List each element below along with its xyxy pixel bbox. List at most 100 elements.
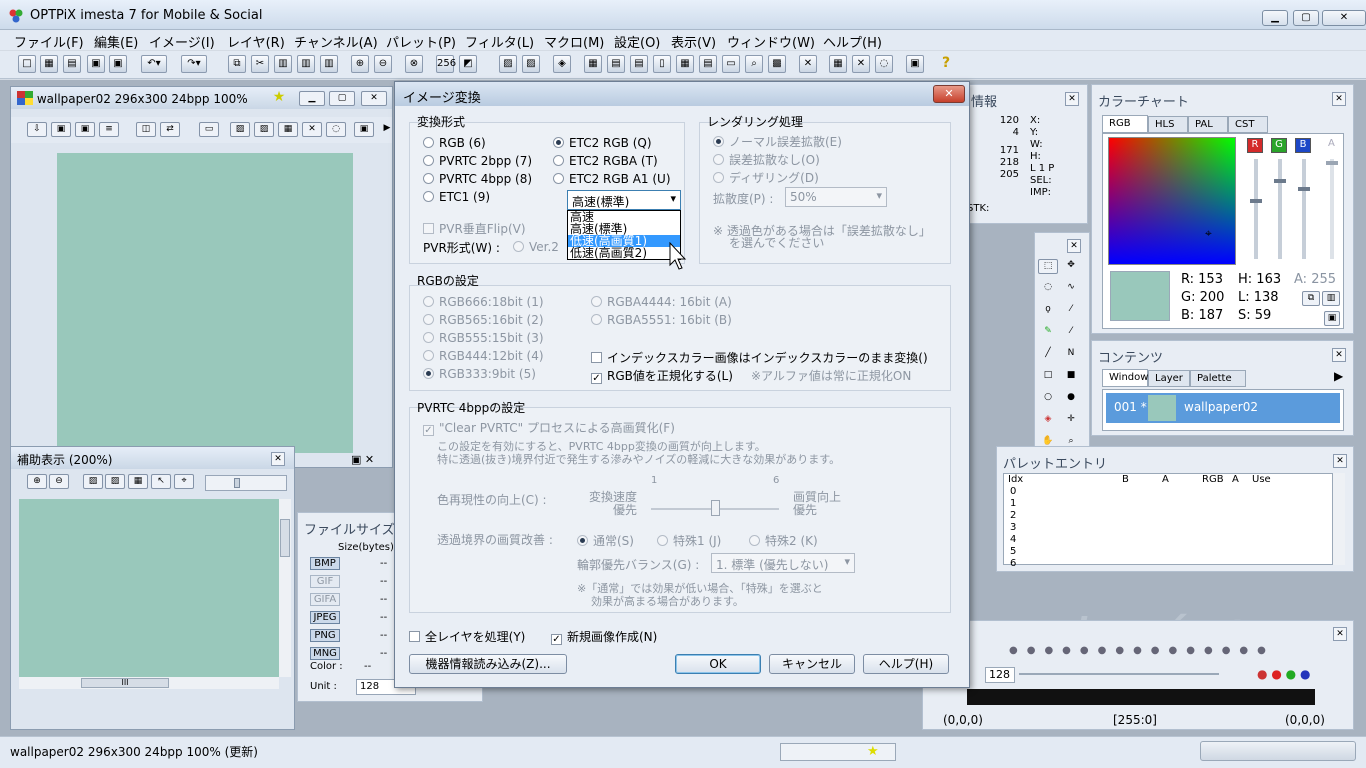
chat-toggle-icon[interactable]: ◌ xyxy=(326,122,346,137)
ok-button[interactable]: OK xyxy=(675,654,761,674)
minimize-button[interactable]: ▁ xyxy=(1262,10,1288,26)
paste-icon[interactable]: ▥ xyxy=(274,55,292,73)
menu-layer[interactable]: レイヤ(R) xyxy=(227,32,285,51)
paste-layer-icon-2[interactable]: ▨ xyxy=(254,122,274,137)
tab-rgb[interactable]: RGB xyxy=(1102,115,1148,133)
view-toggle-1-icon[interactable]: ▦ xyxy=(584,55,602,73)
view-toggle-6-icon[interactable]: ▤ xyxy=(699,55,717,73)
radio-rgb333[interactable]: RGB333:9bit (5) xyxy=(423,367,536,381)
tool-window-icon[interactable]: ▣ xyxy=(906,55,924,73)
save-icon[interactable]: ▣ xyxy=(87,55,105,73)
cancel-button[interactable]: キャンセル xyxy=(769,654,855,674)
menu-edit[interactable]: 編集(E) xyxy=(94,32,138,51)
menu-file[interactable]: ファイル(F) xyxy=(14,32,84,51)
tools-close-icon[interactable]: ✕ xyxy=(1067,239,1081,253)
move-icon[interactable]: ✥ xyxy=(1061,259,1081,274)
aux-paste-icon[interactable]: ▨ xyxy=(105,474,125,489)
diffusion-select[interactable]: 50% xyxy=(785,187,887,207)
anchor-icon[interactable]: ✛ xyxy=(1061,413,1081,428)
view-toggle-2-icon[interactable]: ▤ xyxy=(607,55,625,73)
resize-icon[interactable]: ◫ xyxy=(136,122,156,137)
aux-grid-icon[interactable]: ▦ xyxy=(128,474,148,489)
tab-layer[interactable]: Layer xyxy=(1148,370,1190,387)
ellipse-icon[interactable]: ○ xyxy=(1038,391,1058,406)
slider-a[interactable] xyxy=(1326,159,1338,259)
channel-slider[interactable] xyxy=(1019,673,1219,675)
clear-pvrtc-checkbox[interactable]: ✓ "Clear PVRTC" プロセスによる高画質化(F) xyxy=(423,419,675,436)
aux-close-icon[interactable]: ✕ xyxy=(271,452,285,466)
grid-icon[interactable]: ▦ xyxy=(829,55,847,73)
zoom-in-icon[interactable]: ⊕ xyxy=(351,55,369,73)
new-file-icon[interactable]: □ xyxy=(18,55,36,73)
view-toggle-3-icon[interactable]: ▤ xyxy=(630,55,648,73)
layers-icon[interactable]: ≡ xyxy=(99,122,119,137)
palette-entries-close-icon[interactable]: ✕ xyxy=(1333,454,1347,468)
radio-rgba5551[interactable]: RGBA5551: 16bit (B) xyxy=(591,313,732,327)
radio-rgb565[interactable]: RGB565:16bit (2) xyxy=(423,313,544,327)
cancel-op-icon[interactable]: ⊗ xyxy=(405,55,423,73)
menu-window[interactable]: ウィンドウ(W) xyxy=(727,32,815,51)
format-mng[interactable]: MNG xyxy=(310,647,340,660)
color-256-icon[interactable]: 256 xyxy=(436,55,456,73)
view-toggle-7-icon[interactable]: ▭ xyxy=(722,55,740,73)
radio-edge-special2[interactable]: 特殊2 (K) xyxy=(749,532,818,549)
menu-image[interactable]: イメージ(I) xyxy=(149,32,215,51)
view-toggle-8-icon[interactable]: ⌕ xyxy=(745,55,763,73)
grid-toggle-icon[interactable]: ▦ xyxy=(278,122,298,137)
radio-etc2-rgba[interactable]: ETC2 RGBA (T) xyxy=(553,154,658,168)
magic-lasso-icon[interactable]: ϙ xyxy=(1038,303,1058,318)
radio-rgb[interactable]: RGB (6) xyxy=(423,136,486,150)
load-device-info-button[interactable]: 機器情報読み込み(Z)... xyxy=(409,654,567,674)
filled-rect-icon[interactable]: ■ xyxy=(1061,369,1081,384)
format-bmp[interactable]: BMP xyxy=(310,557,340,570)
filled-ellipse-icon[interactable]: ● xyxy=(1061,391,1081,406)
outline-balance-select[interactable]: 1. 標準 (優先しない) xyxy=(711,553,855,573)
close-button[interactable]: ✕ xyxy=(1322,10,1366,26)
line-icon[interactable]: ╱ xyxy=(1038,347,1058,362)
close-all-icon[interactable]: ✕ xyxy=(799,55,817,73)
speed-option-slow-quality2[interactable]: 低速(高画質2) xyxy=(568,247,680,259)
cross-icon[interactable]: ✕ xyxy=(852,55,870,73)
aux-crosshair-icon[interactable]: ⌖ xyxy=(174,474,194,489)
cut-icon[interactable]: ✂ xyxy=(251,55,269,73)
channel-value-input[interactable]: 128 xyxy=(985,667,1015,683)
copy-icon[interactable]: ⧉ xyxy=(228,55,246,73)
pick-color-icon[interactable]: ▣ xyxy=(1324,311,1340,326)
transform-icon[interactable]: ⇄ xyxy=(160,122,180,137)
menu-palette[interactable]: パレット(P) xyxy=(386,32,456,51)
import-icon[interactable]: ⇩ xyxy=(27,122,47,137)
layer-a-icon[interactable]: ▣ xyxy=(51,122,71,137)
new-from-icon[interactable]: ▦ xyxy=(40,55,58,73)
slider-b[interactable] xyxy=(1298,159,1310,259)
rect-select-icon[interactable]: ⬚ xyxy=(1038,259,1058,274)
channel-g-button[interactable]: G xyxy=(1271,138,1287,153)
tab-cst[interactable]: CST xyxy=(1228,116,1268,133)
chat-icon[interactable]: ◌ xyxy=(875,55,893,73)
color-chart-close-icon[interactable]: ✕ xyxy=(1332,92,1346,106)
export-icon[interactable]: ◈ xyxy=(553,55,571,73)
image-tool-icon[interactable]: ▣ xyxy=(354,122,374,137)
radio-dithering[interactable]: ディザリング(D) xyxy=(713,169,819,186)
image-maximize-button[interactable]: ▢ xyxy=(329,91,355,106)
cross-toggle-icon[interactable]: ✕ xyxy=(302,122,322,137)
radio-rgb666[interactable]: RGB666:18bit (1) xyxy=(423,295,544,309)
slider-r[interactable] xyxy=(1250,159,1262,259)
format-png[interactable]: PNG xyxy=(310,629,340,642)
tab-palette[interactable]: Palette xyxy=(1190,370,1246,387)
magic-wand-icon[interactable]: ⁄ xyxy=(1061,303,1081,318)
aux-zoom-out-icon[interactable]: ⊖ xyxy=(49,474,69,489)
menu-macro[interactable]: マクロ(M) xyxy=(544,32,604,51)
radio-rgba4444[interactable]: RGBA4444: 16bit (A) xyxy=(591,295,732,309)
aux-zoom-slider[interactable] xyxy=(205,475,287,491)
ellipse-select-icon[interactable]: ◌ xyxy=(1038,281,1058,296)
copy-layer-icon[interactable]: ▨ xyxy=(230,122,250,137)
radio-edge-special1[interactable]: 特殊1 (J) xyxy=(657,532,721,549)
format-gif[interactable]: GIF xyxy=(310,575,340,588)
save-as-icon[interactable]: ▣ xyxy=(109,55,127,73)
tab-window[interactable]: Window xyxy=(1102,369,1148,387)
format-jpeg[interactable]: JPEG xyxy=(310,611,340,624)
image-minimize-button[interactable]: ▁ xyxy=(299,91,325,106)
layer-merge-icon[interactable]: ▨ xyxy=(522,55,540,73)
radio-rgb444[interactable]: RGB444:12bit (4) xyxy=(423,349,544,363)
aux-hscrollbar[interactable]: III xyxy=(19,677,279,689)
